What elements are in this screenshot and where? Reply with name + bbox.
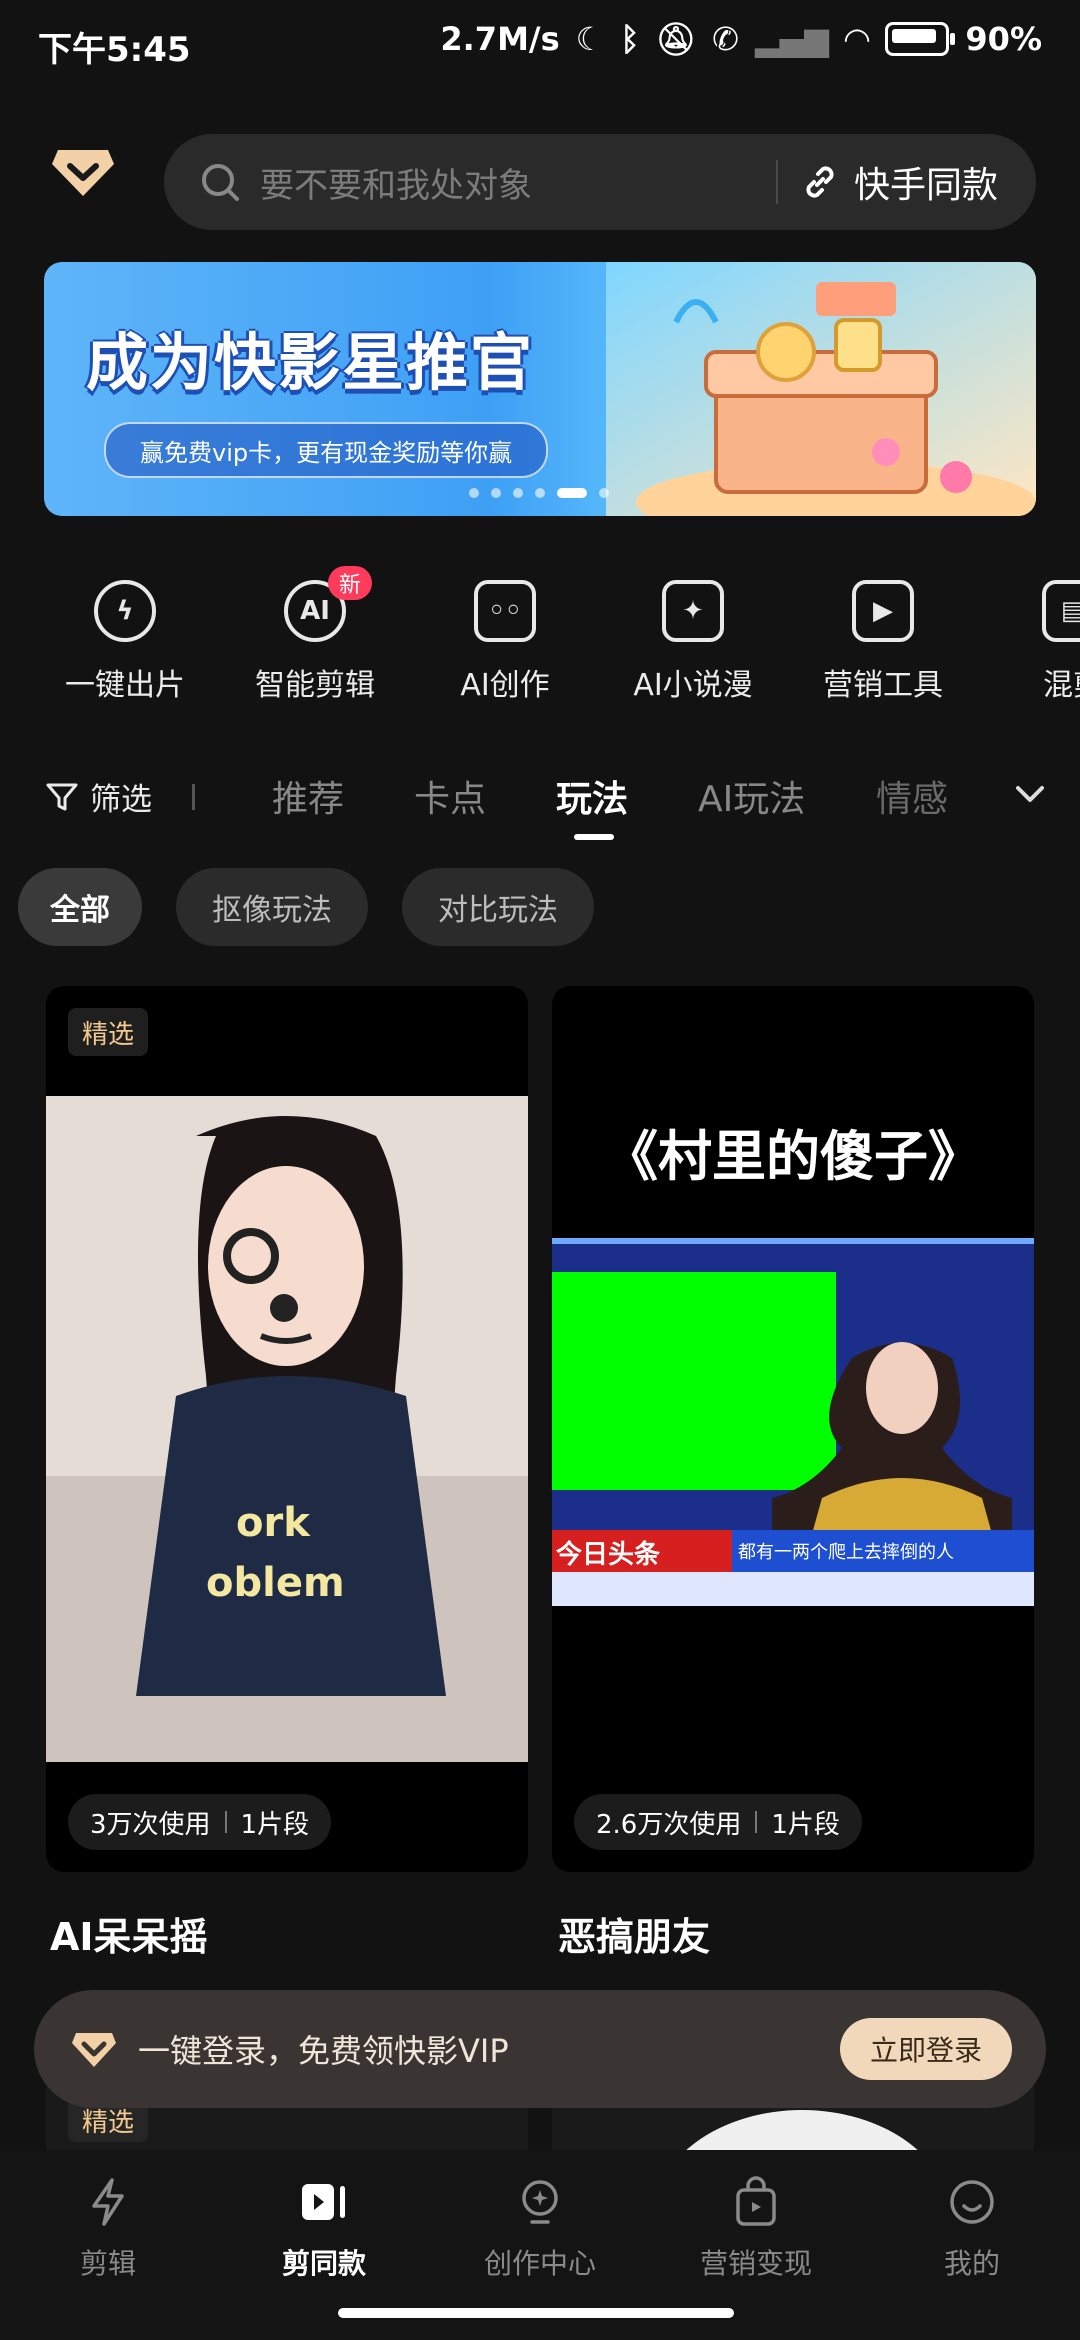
segment-count: 1片段 [771, 1809, 840, 1840]
featured-tag: 精选 [68, 1008, 149, 1056]
lightning-icon [92, 2178, 124, 2226]
tab-recommend[interactable]: 推荐 [272, 770, 344, 822]
bulb-icon [522, 2180, 558, 2224]
nav-label: 剪辑 [79, 2247, 136, 2280]
link-icon[interactable] [800, 162, 840, 202]
overlay-title: 《村里的傻子》 [604, 1125, 982, 1188]
signal-icon: ▂▄▆ [754, 20, 829, 58]
nav-label: 创作中心 [483, 2247, 596, 2280]
wifi-icon: ◠ [844, 20, 870, 58]
status-time: 下午5:45 [38, 30, 191, 70]
treasure-chest-illustration [606, 262, 1036, 516]
usage-count: 3万次使用 [90, 1809, 211, 1840]
card-title[interactable]: 恶搞朋友 [558, 1906, 710, 1961]
tab-beat[interactable]: 卡点 [414, 770, 486, 822]
active-tab-indicator [574, 834, 614, 840]
search-divider [775, 160, 778, 204]
status-bar: 下午5:45 2.7M/s ☾ ᛒ 🔕︎ ✆ ▂▄▆ ◠ 90% [0, 0, 1080, 90]
news-caption: 都有一两个爬上去摔倒的人 [738, 1542, 954, 1563]
nav-label: 营销变现 [699, 2247, 812, 2280]
banner-title: 成为快影星推官 [86, 326, 535, 399]
new-badge: 新 [328, 566, 372, 600]
chevron-down-icon[interactable] [1008, 772, 1052, 816]
banner-pagination [469, 488, 609, 498]
play-sparkle-icon: ▶ [852, 580, 914, 642]
nav-label: 我的 [943, 2247, 1000, 2280]
tool-label: 混剪 [1043, 668, 1080, 703]
tool-ai-novel-comic[interactable]: ✦ AI小说漫 [598, 566, 788, 704]
svg-text:oblem: oblem [206, 1560, 345, 1606]
nav-edit[interactable]: 剪辑 [8, 2176, 208, 2282]
usage-stat: 3万次使用 1片段 [68, 1794, 332, 1850]
banner-subtitle: 赢免费vip卡，更有现金奖励等你赢 [104, 422, 549, 478]
net-speed: 2.7M/s [440, 20, 560, 58]
play-card-icon [302, 2184, 345, 2220]
book-icon: ✦ [662, 580, 724, 642]
robot-icon: ◦◦ [474, 580, 536, 642]
search-bar[interactable]: 要不要和我处对象 快手同款 [164, 134, 1036, 230]
tab-emotion[interactable]: 情感 [876, 770, 948, 822]
nav-monetize[interactable]: 营销变现 [656, 2176, 856, 2282]
template-card[interactable]: ork oblem 精选 3万次使用 1片段 [46, 986, 528, 1872]
tab-gameplay[interactable]: 玩法 [556, 770, 628, 822]
tool-label: AI小说漫 [633, 668, 753, 703]
clapper-icon: ▤ [1042, 580, 1080, 642]
usage-stat: 2.6万次使用 1片段 [574, 1794, 862, 1850]
chip-compare[interactable]: 对比玩法 [402, 868, 594, 946]
filter-icon [46, 783, 78, 810]
login-toast: 一键登录，免费领快影VIP 立即登录 [34, 1990, 1046, 2108]
bag-icon [736, 2176, 776, 2226]
segment-count: 1片段 [240, 1809, 310, 1840]
tool-one-click[interactable]: ϟ 一键出片 [30, 566, 220, 704]
search-icon [202, 164, 239, 201]
filter-label: 筛选 [90, 782, 152, 818]
chip-cutout[interactable]: 抠像玩法 [176, 868, 368, 946]
tool-label: 一键出片 [65, 668, 185, 703]
tool-mix-cut[interactable]: ▤ 混剪 [978, 566, 1080, 704]
nav-profile[interactable]: 我的 [872, 2176, 1072, 2282]
promo-banner[interactable]: 成为快影星推官 赢免费vip卡，更有现金奖励等你赢 [44, 262, 1036, 516]
moon-icon: ☾ [575, 20, 605, 58]
phone-icon: ✆ [712, 20, 739, 58]
battery-level: 90% [965, 20, 1042, 58]
login-button[interactable]: 立即登录 [839, 2018, 1012, 2080]
usage-count: 2.6万次使用 [596, 1809, 742, 1840]
green-screen [552, 1272, 836, 1490]
vip-diamond-icon [72, 2033, 116, 2067]
nav-label: 剪同款 [281, 2247, 366, 2280]
toast-message: 一键登录，免费领快影VIP [138, 2032, 509, 2070]
category-tabs: 筛选 推荐 卡点 玩法 AI玩法 情感 [0, 760, 1080, 840]
nav-creator-center[interactable]: 创作中心 [440, 2176, 640, 2282]
stat-divider [755, 1811, 758, 1833]
tool-marketing[interactable]: ▶ 营销工具 [788, 566, 978, 704]
nav-same-style[interactable]: 剪同款 [224, 2176, 424, 2282]
app-logo-icon[interactable] [50, 146, 116, 198]
battery-icon [885, 22, 956, 56]
tool-smart-edit[interactable]: AI 新 智能剪辑 [220, 566, 410, 704]
tool-label: 营销工具 [823, 668, 943, 703]
tool-label: AI创作 [460, 668, 550, 703]
news-ticker: 今日头条 [556, 1540, 661, 1570]
tab-separator [192, 784, 195, 810]
search-placeholder[interactable]: 要不要和我处对象 [260, 158, 776, 207]
card-thumbnail: ork oblem [46, 1096, 528, 1762]
lightning-icon: ϟ [94, 580, 156, 642]
tab-ai-gameplay[interactable]: AI玩法 [698, 770, 805, 822]
template-card[interactable]: 《村里的傻子》 今日头条 都有一两个爬上去摔倒的人 2.6万次使用 1片段 [552, 986, 1034, 1872]
mute-bell-icon: 🔕︎ [655, 20, 697, 58]
smile-icon [950, 2180, 994, 2224]
filter-button[interactable]: 筛选 [44, 774, 152, 819]
card-title[interactable]: AI呆呆摇 [50, 1906, 208, 1961]
tool-ai-create[interactable]: ◦◦ AI创作 [410, 566, 600, 704]
quick-tools-row: ϟ 一键出片 AI 新 智能剪辑 ◦◦ AI创作 ✦ AI小说漫 ▶ 营销工具 … [0, 566, 1080, 716]
status-icons: 2.7M/s ☾ ᛒ 🔕︎ ✆ ▂▄▆ ◠ 90% [440, 20, 1042, 58]
stat-divider [224, 1811, 227, 1833]
same-style-button[interactable]: 快手同款 [854, 156, 998, 208]
home-indicator [338, 2308, 734, 2318]
bluetooth-icon: ᛒ [620, 20, 640, 58]
chip-all[interactable]: 全部 [18, 868, 142, 946]
tool-label: 智能剪辑 [255, 668, 375, 703]
svg-text:ork: ork [236, 1500, 311, 1546]
